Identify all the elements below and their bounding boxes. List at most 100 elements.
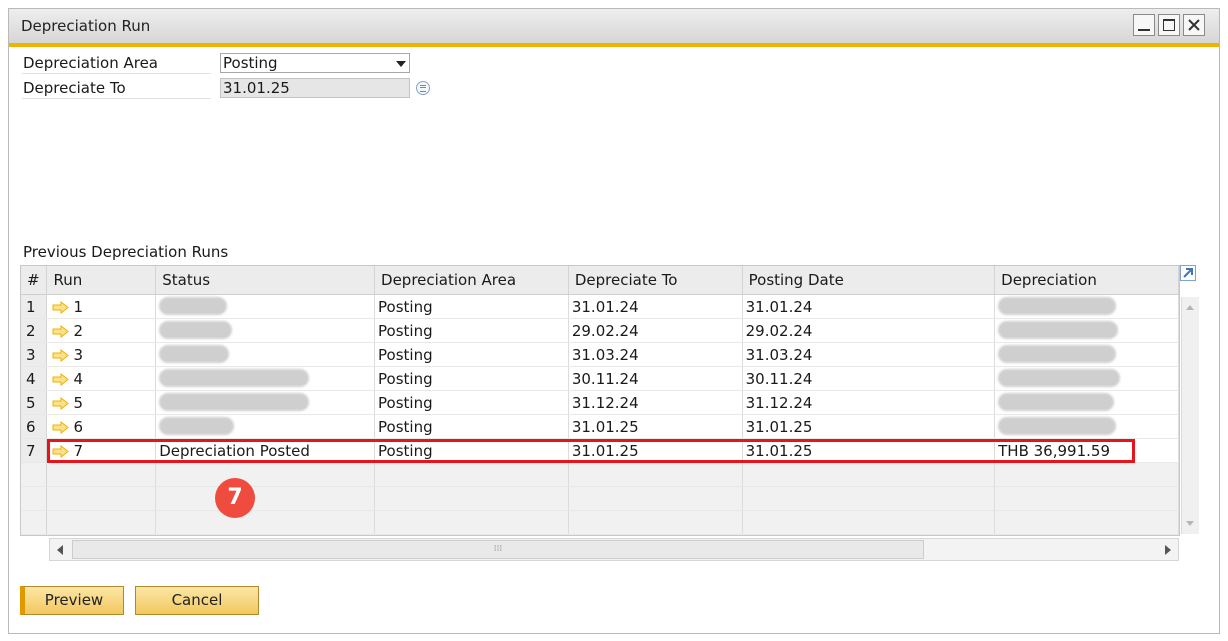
depreciation-cell [994, 366, 1179, 391]
row-number: 4 [21, 366, 48, 391]
cancel-button[interactable]: Cancel [135, 586, 259, 615]
depreciation-cell [994, 342, 1179, 367]
expand-grid-icon[interactable] [1180, 265, 1196, 281]
column-header-depreciation-area[interactable]: Depreciation Area [374, 266, 569, 295]
redacted-amount [998, 345, 1117, 363]
depreciation-cell [994, 318, 1179, 343]
step-number-badge: 7 [215, 478, 255, 518]
column-header-depreciate-to[interactable]: Depreciate To [568, 266, 743, 295]
highlighted-row-annotation [47, 439, 1135, 463]
redacted-status [159, 369, 310, 387]
posting-date-cell: 31.01.24 [742, 294, 996, 319]
run-cell[interactable]: 5 [46, 390, 157, 415]
table-row[interactable]: 2 2 Posting 29.02.24 29.02.24 [21, 318, 1179, 343]
preview-button[interactable]: Preview [20, 586, 124, 615]
depreciate-to-field[interactable]: 31.01.25 [220, 78, 410, 98]
redacted-status [159, 345, 230, 363]
run-number: 2 [73, 321, 84, 340]
run-cell[interactable]: 2 [46, 318, 157, 343]
vertical-scrollbar[interactable] [1181, 297, 1199, 534]
status-cell [155, 342, 376, 367]
horizontal-scrollbar[interactable]: ⁞⁞⁞ [49, 538, 1179, 561]
depreciation-area-label: Depreciation Area [22, 53, 211, 74]
depreciate-to-cell: 31.01.25 [568, 414, 743, 439]
column-header-posting-date[interactable]: Posting Date [742, 266, 996, 295]
redacted-status [159, 297, 228, 315]
run-cell[interactable]: 1 [46, 294, 157, 319]
table-row[interactable]: 6 6 Posting 31.01.25 31.01.25 [21, 414, 1179, 439]
table-row[interactable]: 5 5 Posting 31.12.24 31.12.24 [21, 390, 1179, 415]
empty-row[interactable] [21, 510, 1179, 535]
column-header-depreciation[interactable]: Depreciation [994, 266, 1179, 295]
link-arrow-icon[interactable] [52, 300, 70, 314]
depreciate-to-cell: 31.01.24 [568, 294, 743, 319]
column-header-status[interactable]: Status [155, 266, 376, 295]
link-arrow-icon[interactable] [52, 396, 70, 410]
depreciate-to-cell: 30.11.24 [568, 366, 743, 391]
redacted-amount [998, 369, 1121, 387]
choose-from-list-icon[interactable] [416, 81, 430, 95]
redacted-amount [998, 297, 1117, 315]
row-number: 3 [21, 342, 48, 367]
posting-date-cell: 31.12.24 [742, 390, 996, 415]
minimize-icon[interactable] [1133, 14, 1155, 36]
row-number: 7 [21, 438, 48, 463]
table-row[interactable]: 1 1 Posting 31.01.24 31.01.24 [21, 294, 1179, 319]
link-arrow-icon[interactable] [52, 324, 70, 338]
run-number: 5 [73, 393, 84, 412]
previous-runs-title: Previous Depreciation Runs [23, 243, 229, 261]
row-number: 5 [21, 390, 48, 415]
depreciation-area-dropdown[interactable]: Posting [220, 53, 410, 73]
scroll-down-icon[interactable] [1186, 521, 1194, 526]
scrollbar-thumb[interactable]: ⁞⁞⁞ [72, 540, 924, 559]
area-cell: Posting [374, 390, 569, 415]
run-number: 3 [73, 345, 84, 364]
redacted-status [159, 321, 233, 339]
row-number: 6 [21, 414, 48, 439]
status-cell [155, 318, 376, 343]
redacted-amount [998, 321, 1119, 339]
depreciation-run-window: Depreciation Run Depreciation Area Posti… [8, 8, 1220, 634]
link-arrow-icon[interactable] [52, 348, 70, 362]
redacted-status [159, 393, 310, 411]
window-title: Depreciation Run [21, 17, 151, 35]
column-header-run[interactable]: Run [46, 266, 157, 295]
chevron-down-icon[interactable] [396, 61, 406, 67]
run-number: 4 [73, 369, 84, 388]
run-cell[interactable]: 6 [46, 414, 157, 439]
depreciate-to-label: Depreciate To [22, 78, 211, 99]
run-cell[interactable]: 3 [46, 342, 157, 367]
area-cell: Posting [374, 342, 569, 367]
link-arrow-icon[interactable] [52, 420, 70, 434]
depreciate-to-cell: 31.03.24 [568, 342, 743, 367]
status-cell [155, 390, 376, 415]
depreciation-cell [994, 390, 1179, 415]
scroll-up-icon[interactable] [1186, 305, 1194, 310]
posting-date-cell: 30.11.24 [742, 366, 996, 391]
depreciate-to-cell: 31.12.24 [568, 390, 743, 415]
maximize-icon[interactable] [1158, 14, 1180, 36]
area-cell: Posting [374, 414, 569, 439]
scroll-left-icon[interactable] [57, 545, 63, 555]
link-arrow-icon[interactable] [52, 372, 70, 386]
table-row[interactable]: 3 3 Posting 31.03.24 31.03.24 [21, 342, 1179, 367]
depreciate-to-cell: 29.02.24 [568, 318, 743, 343]
run-cell[interactable]: 4 [46, 366, 157, 391]
empty-row[interactable] [21, 486, 1179, 511]
status-cell [155, 294, 376, 319]
posting-date-cell: 31.01.25 [742, 414, 996, 439]
depreciation-cell [994, 414, 1179, 439]
area-cell: Posting [374, 366, 569, 391]
previous-runs-grid: # Run Status Depreciation Area Depreciat… [20, 265, 1180, 536]
table-row[interactable]: 4 4 Posting 30.11.24 30.11.24 [21, 366, 1179, 391]
column-header-number[interactable]: # [21, 266, 48, 295]
scroll-right-icon[interactable] [1165, 545, 1171, 555]
redacted-amount [998, 393, 1115, 411]
title-bar: Depreciation Run [9, 9, 1219, 47]
empty-row[interactable] [21, 462, 1179, 487]
close-icon[interactable] [1183, 14, 1205, 36]
run-number: 6 [73, 417, 84, 436]
depreciation-cell [994, 294, 1179, 319]
grid-header-row: # Run Status Depreciation Area Depreciat… [21, 266, 1179, 295]
row-number: 1 [21, 294, 48, 319]
